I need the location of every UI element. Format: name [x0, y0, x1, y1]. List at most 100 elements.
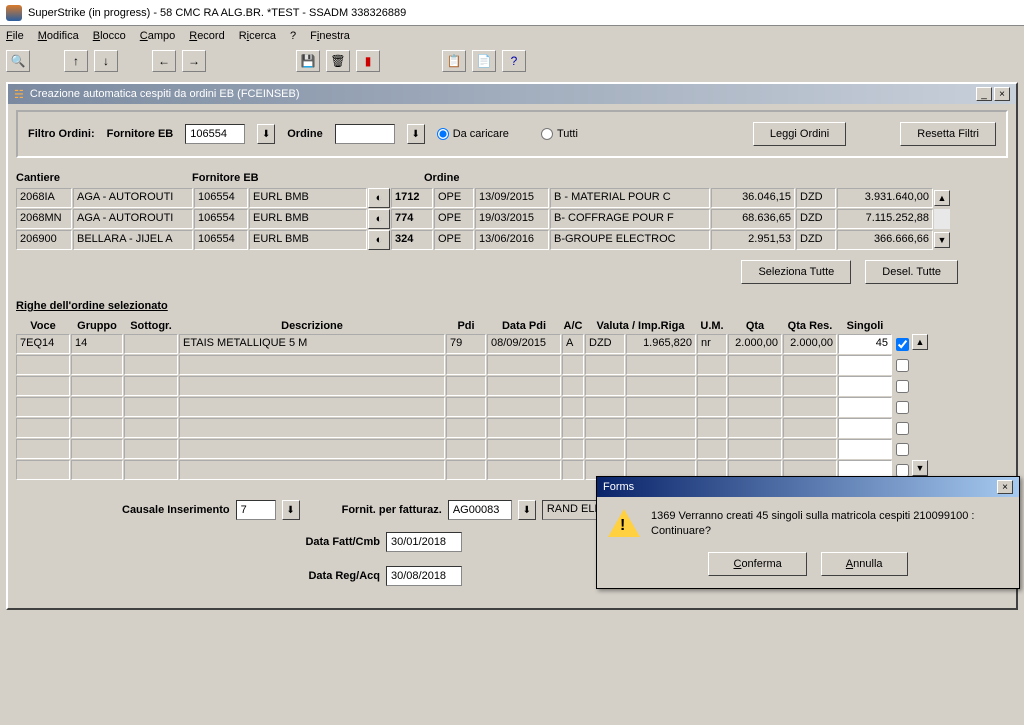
scroll-up-button[interactable]: ▲ — [934, 190, 950, 206]
desel-tutte-button[interactable]: Desel. Tutte — [865, 260, 958, 284]
cell: EURL BMB — [249, 188, 367, 208]
tool-delete-icon[interactable]: 🗑 — [326, 50, 350, 72]
tool-help-icon[interactable]: ? — [502, 50, 526, 72]
ordine-label: Ordine — [287, 128, 322, 140]
fornfatt-lookup-button[interactable]: ⬇ — [518, 500, 536, 520]
menu-help[interactable]: ? — [290, 30, 296, 42]
detail-row — [16, 376, 1008, 396]
detail-cell[interactable] — [838, 418, 892, 438]
datareg-input[interactable] — [386, 566, 462, 586]
detail-cell — [71, 376, 123, 396]
tool-left-icon[interactable]: ← — [152, 50, 176, 72]
cell: 2.951,53 — [711, 230, 795, 250]
row-action-icon[interactable]: ◐ — [368, 230, 390, 250]
leggi-ordini-button[interactable]: Leggi Ordini — [753, 122, 846, 146]
detail-cell[interactable] — [838, 355, 892, 375]
detail-cell — [487, 397, 561, 417]
menu-finestra[interactable]: Finestra — [310, 30, 350, 42]
detail-cell[interactable]: 45 — [838, 334, 892, 354]
detail-cell: 7EQ14 — [16, 334, 70, 354]
row-action-icon[interactable]: ◐ — [368, 188, 390, 208]
detail-cell: 2.000,00 — [783, 334, 837, 354]
cell: B-GROUPE ELECTROC — [550, 230, 710, 250]
fornitore-lookup-button[interactable]: ⬇ — [257, 124, 275, 144]
radio-tutti[interactable]: Tutti — [541, 128, 578, 140]
fornitore-input[interactable] — [185, 124, 245, 144]
detail-row[interactable]: 7EQ1414ETAIS METALLIQUE 5 M7908/09/2015A… — [16, 334, 1008, 354]
menu-file[interactable]: File — [6, 30, 24, 42]
row-checkbox[interactable] — [893, 355, 911, 375]
detail-cell: 79 — [446, 334, 486, 354]
tool-copy-icon[interactable]: 📄 — [472, 50, 496, 72]
fornfatt-input[interactable] — [448, 500, 512, 520]
dialog-close-button[interactable]: × — [997, 480, 1013, 494]
cell: DZD — [796, 230, 836, 250]
cell: BELLARA - JIJEL A — [73, 230, 193, 250]
detail-cell — [446, 418, 486, 438]
cell: B - MATERIAL POUR C — [550, 188, 710, 208]
detail-cell — [124, 418, 178, 438]
annulla-button[interactable]: Annulla — [821, 552, 908, 576]
order-row[interactable]: 2068MNAGA - AUTOROUTI106554EURL BMB◐774O… — [16, 209, 1008, 229]
causale-lookup-button[interactable]: ⬇ — [282, 500, 300, 520]
detail-cell[interactable] — [838, 397, 892, 417]
tool-exit-icon[interactable]: ▮ — [356, 50, 380, 72]
order-row[interactable]: 206900BELLARA - JIJEL A106554EURL BMB◐32… — [16, 230, 1008, 250]
detail-cell — [783, 397, 837, 417]
ordine-lookup-button[interactable]: ⬇ — [407, 124, 425, 144]
row-checkbox[interactable] — [893, 376, 911, 396]
menu-modifica[interactable]: Modifica — [38, 30, 79, 42]
detail-cell — [487, 460, 561, 480]
detail-cell — [783, 418, 837, 438]
tool-clipboard-icon[interactable]: 📋 — [442, 50, 466, 72]
cell: EURL BMB — [249, 209, 367, 229]
row-action-icon[interactable]: ◐ — [368, 209, 390, 229]
tool-down-icon[interactable]: ↓ — [94, 50, 118, 72]
cell: 13/06/2016 — [475, 230, 549, 250]
order-row[interactable]: 2068IAAGA - AUTOROUTI106554EURL BMB◐1712… — [16, 188, 1008, 208]
detail-cell — [16, 397, 70, 417]
detail-cell — [728, 397, 782, 417]
row-checkbox[interactable] — [893, 439, 911, 459]
detail-cell[interactable] — [838, 439, 892, 459]
detail-scroll-down[interactable]: ▼ — [912, 460, 928, 476]
row-checkbox[interactable] — [893, 334, 911, 354]
seleziona-tutte-button[interactable]: Seleziona Tutte — [741, 260, 851, 284]
resetta-filtri-button[interactable]: Resetta Filtri — [900, 122, 996, 146]
java-icon — [6, 5, 22, 21]
form-icon: ☵ — [14, 88, 24, 101]
menu-record[interactable]: Record — [189, 30, 224, 42]
detail-cell — [487, 418, 561, 438]
cell: 13/09/2015 — [475, 188, 549, 208]
detail-header: Voce Gruppo Sottogr. Descrizione Pdi Dat… — [16, 318, 1008, 334]
detail-scroll-up[interactable]: ▲ — [912, 334, 928, 350]
radio-dacaricare[interactable]: Da caricare — [437, 128, 509, 140]
tool-up-icon[interactable]: ↑ — [64, 50, 88, 72]
detail-cell — [179, 397, 445, 417]
menu-blocco[interactable]: Blocco — [93, 30, 126, 42]
ordine-input[interactable] — [335, 124, 395, 144]
tool-query-icon[interactable]: 🔍 — [6, 50, 30, 72]
menu-campo[interactable]: Campo — [140, 30, 175, 42]
minimize-button[interactable]: _ — [976, 87, 992, 101]
detail-cell — [626, 355, 696, 375]
detail-cell — [124, 376, 178, 396]
detail-cell: 2.000,00 — [728, 334, 782, 354]
close-button[interactable]: × — [994, 87, 1010, 101]
detail-cell — [71, 355, 123, 375]
tool-save-icon[interactable]: 💾 — [296, 50, 320, 72]
scroll-down-button[interactable]: ▼ — [934, 232, 950, 248]
detail-cell — [71, 418, 123, 438]
detail-cell[interactable] — [838, 376, 892, 396]
row-checkbox[interactable] — [893, 397, 911, 417]
conferma-button[interactable]: Conferma — [708, 552, 806, 576]
cell: OPE — [434, 230, 474, 250]
datafatt-input[interactable] — [386, 532, 462, 552]
menu-ricerca[interactable]: Ricerca — [239, 30, 276, 42]
row-checkbox[interactable] — [893, 418, 911, 438]
detail-cell — [71, 439, 123, 459]
scroll-track[interactable] — [934, 209, 950, 229]
causale-input[interactable] — [236, 500, 276, 520]
cell: OPE — [434, 188, 474, 208]
tool-right-icon[interactable]: → — [182, 50, 206, 72]
